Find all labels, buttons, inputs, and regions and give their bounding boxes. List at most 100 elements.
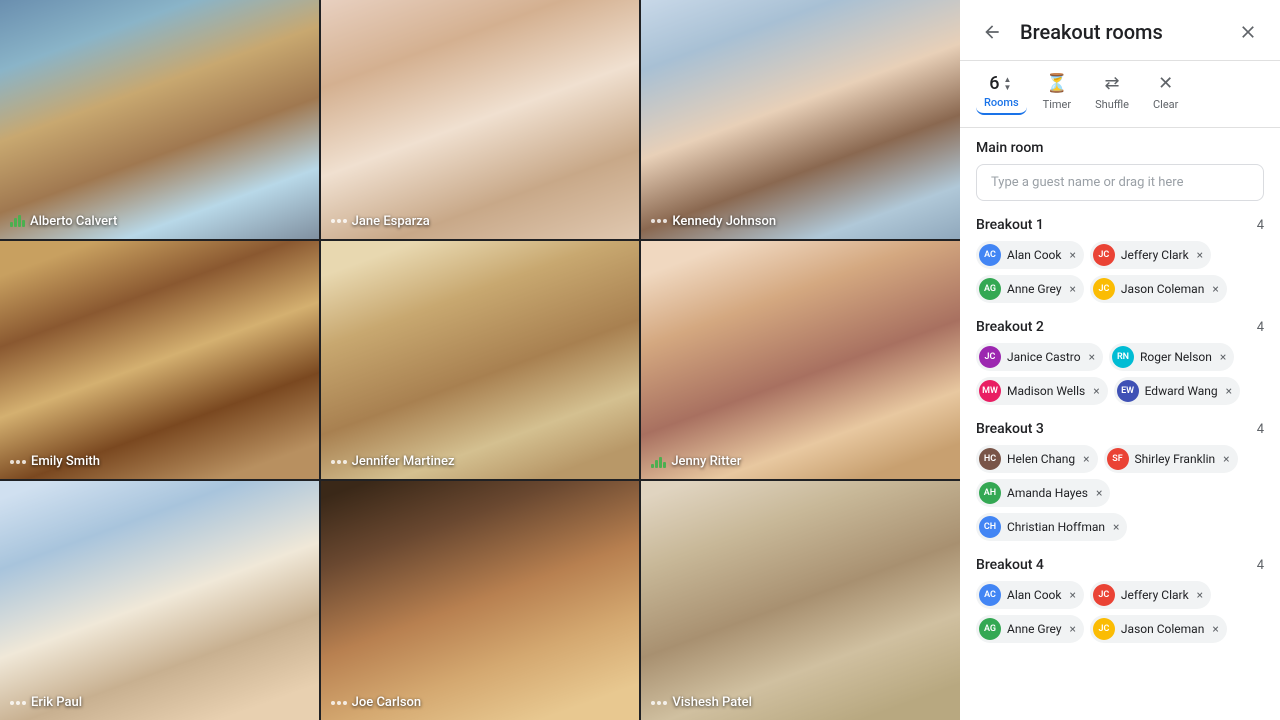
participant-remove-2-3[interactable]: × xyxy=(1113,520,1119,534)
rooms-label: Rooms xyxy=(984,96,1019,109)
mic-icon-2 xyxy=(651,219,667,223)
participant-name-1-0: Janice Castro xyxy=(1007,350,1081,364)
participant-chip-3-0: ACAlan Cook× xyxy=(976,581,1084,609)
participant-name-0-1: Jeffery Clark xyxy=(1121,248,1189,262)
breakout-count-2: 4 xyxy=(1257,422,1264,437)
mic-icon-0 xyxy=(10,215,25,227)
back-button[interactable] xyxy=(976,16,1008,48)
main-room-placeholder: Type a guest name or drag it here xyxy=(991,175,1183,190)
breakout-rooms-panel: Breakout rooms 6 ▲ ▼ Rooms ⏳ Timer ⇄ Shu… xyxy=(960,0,1280,720)
clear-label: Clear xyxy=(1153,98,1178,111)
participant-remove-3-2[interactable]: × xyxy=(1070,622,1076,636)
participant-remove-0-2[interactable]: × xyxy=(1070,282,1076,296)
breakout-title-1: Breakout 2 xyxy=(976,319,1044,335)
timer-icon: ⏳ xyxy=(1046,73,1068,94)
participant-chip-2-0: HCHelen Chang× xyxy=(976,445,1098,473)
participant-remove-0-1[interactable]: × xyxy=(1197,248,1203,262)
participant-remove-1-2[interactable]: × xyxy=(1093,384,1099,398)
participants-row-3-1: AGAnne Grey× JC Jason Coleman × xyxy=(976,615,1264,643)
mic-icon-3 xyxy=(10,460,26,464)
participant-remove-0-0[interactable]: × xyxy=(1069,248,1075,262)
participant-chip-1-2: MWMadison Wells× xyxy=(976,377,1108,405)
participant-chip-0-2: AG Anne Grey × xyxy=(976,275,1084,303)
participant-remove-2-2[interactable]: × xyxy=(1096,486,1102,500)
panel-title: Breakout rooms xyxy=(1020,20,1220,44)
participant-avatar-0-3: JC xyxy=(1093,278,1115,300)
participant-remove-3-0[interactable]: × xyxy=(1069,588,1075,602)
name-tag-0: Alberto Calvert xyxy=(10,214,117,229)
participant-avatar-0-1: JC xyxy=(1093,244,1115,266)
video-cell-4: Jennifer Martinez xyxy=(321,241,640,480)
video-cell-2: Kennedy Johnson xyxy=(641,0,960,239)
participant-chip-2-3: CHChristian Hoffman× xyxy=(976,513,1127,541)
participant-remove-2-0[interactable]: × xyxy=(1083,452,1089,466)
count-arrows[interactable]: ▲ ▼ xyxy=(1001,76,1013,92)
name-tag-3: Emily Smith xyxy=(10,454,100,469)
shuffle-label: Shuffle xyxy=(1095,98,1129,111)
toolbar-timer[interactable]: ⏳ Timer xyxy=(1035,69,1079,115)
name-tag-4: Jennifer Martinez xyxy=(331,454,455,469)
participant-chip-3-1: JC Jeffery Clark × xyxy=(1090,581,1211,609)
participant-name-1-2: Madison Wells xyxy=(1007,384,1085,398)
name-tag-6: Erik Paul xyxy=(10,695,82,710)
participant-avatar-2-0: HC xyxy=(979,448,1001,470)
toolbar-rooms[interactable]: 6 ▲ ▼ Rooms xyxy=(976,69,1027,115)
participant-name-1-1: Roger Nelson xyxy=(1140,350,1212,364)
panel-body: Main room Type a guest name or drag it h… xyxy=(960,128,1280,720)
main-room-input[interactable]: Type a guest name or drag it here xyxy=(976,164,1264,201)
participant-avatar-0-0: AC xyxy=(979,244,1001,266)
participants-grid-0: ACAlan Cook× JC Jeffery Clark × AG Anne Grey ×… xyxy=(976,241,1264,303)
participant-avatar-3-1: JC xyxy=(1093,584,1115,606)
name-tag-1: Jane Esparza xyxy=(331,214,430,229)
video-cell-3: Emily Smith xyxy=(0,241,319,480)
participant-name-0-2: Anne Grey xyxy=(1007,282,1062,296)
participant-chip-3-2: AGAnne Grey× xyxy=(976,615,1084,643)
participant-name-3-1: Jeffery Clark xyxy=(1121,588,1189,602)
name-tag-7: Joe Carlson xyxy=(331,695,422,710)
breakout-count-0: 4 xyxy=(1257,218,1264,233)
participant-avatar-1-0: JC xyxy=(979,346,1001,368)
participant-name-3-3: Jason Coleman xyxy=(1121,622,1204,636)
participant-remove-2-1[interactable]: × xyxy=(1223,452,1229,466)
participant-chip-0-3: JCJason Coleman× xyxy=(1090,275,1227,303)
participant-name-2-3: Christian Hoffman xyxy=(1007,520,1105,534)
participants-row-0-0: ACAlan Cook× JC Jeffery Clark × xyxy=(976,241,1264,269)
participants-grid-1: JCJanice Castro×RNRoger Nelson×MWMadison… xyxy=(976,343,1264,405)
participant-avatar-3-3: JC xyxy=(1093,618,1115,640)
participants-row-2-0: HCHelen Chang×SFShirley Franklin× xyxy=(976,445,1264,473)
toolbar-shuffle[interactable]: ⇄ Shuffle xyxy=(1087,69,1137,115)
video-cell-5: Jenny Ritter xyxy=(641,241,960,480)
participant-remove-1-0[interactable]: × xyxy=(1089,350,1095,364)
participant-name-2-2: Amanda Hayes xyxy=(1007,486,1088,500)
participant-remove-0-3[interactable]: × xyxy=(1212,282,1218,296)
participant-avatar-0-2: AG xyxy=(979,278,1001,300)
breakout-section-2: Breakout 3 4 HCHelen Chang×SFShirley Frank… xyxy=(976,421,1264,541)
participant-chip-2-1: SFShirley Franklin× xyxy=(1104,445,1238,473)
participant-avatar-3-0: AC xyxy=(979,584,1001,606)
breakout-count-3: 4 xyxy=(1257,558,1264,573)
participants-row-2-1: AHAmanda Hayes×CHChristian Hoffman× xyxy=(976,479,1264,541)
participant-chip-0-0: ACAlan Cook× xyxy=(976,241,1084,269)
room-count: 6 xyxy=(989,73,999,94)
breakout-rooms-container: Breakout 14ACAlan Cook×JCJeffery Clark×A… xyxy=(976,217,1264,643)
close-button[interactable] xyxy=(1232,16,1264,48)
toolbar-clear[interactable]: ✕ Clear xyxy=(1145,69,1186,115)
breakout-title-0: Breakout 1 xyxy=(976,217,1044,233)
participant-remove-1-3[interactable]: × xyxy=(1226,384,1232,398)
participant-remove-1-1[interactable]: × xyxy=(1220,350,1226,364)
breakout-section-1: Breakout 24JCJanice Castro×RNRoger Nelso… xyxy=(976,319,1264,405)
mic-icon-8 xyxy=(651,701,667,705)
breakout-header-0: Breakout 1 4 xyxy=(976,217,1264,233)
video-grid: Alberto Calvert Jane Esparza Kennedy Joh… xyxy=(0,0,960,720)
room-count-control: 6 ▲ ▼ xyxy=(989,73,1013,94)
participant-chip-3-3: JC Jason Coleman × xyxy=(1090,615,1227,643)
participant-name-1-3: Edward Wang xyxy=(1145,384,1218,398)
breakout-title-2: Breakout 3 xyxy=(976,421,1044,437)
participant-chip-0-1: JC Jeffery Clark × xyxy=(1090,241,1211,269)
breakout-section-0: Breakout 14ACAlan Cook×JCJeffery Clark×A… xyxy=(976,217,1264,303)
participant-remove-3-3[interactable]: × xyxy=(1212,622,1218,636)
participant-remove-3-1[interactable]: × xyxy=(1197,588,1203,602)
video-cell-6: Erik Paul xyxy=(0,481,319,720)
count-down-button[interactable]: ▼ xyxy=(1001,84,1013,92)
video-cell-1: Jane Esparza xyxy=(321,0,640,239)
